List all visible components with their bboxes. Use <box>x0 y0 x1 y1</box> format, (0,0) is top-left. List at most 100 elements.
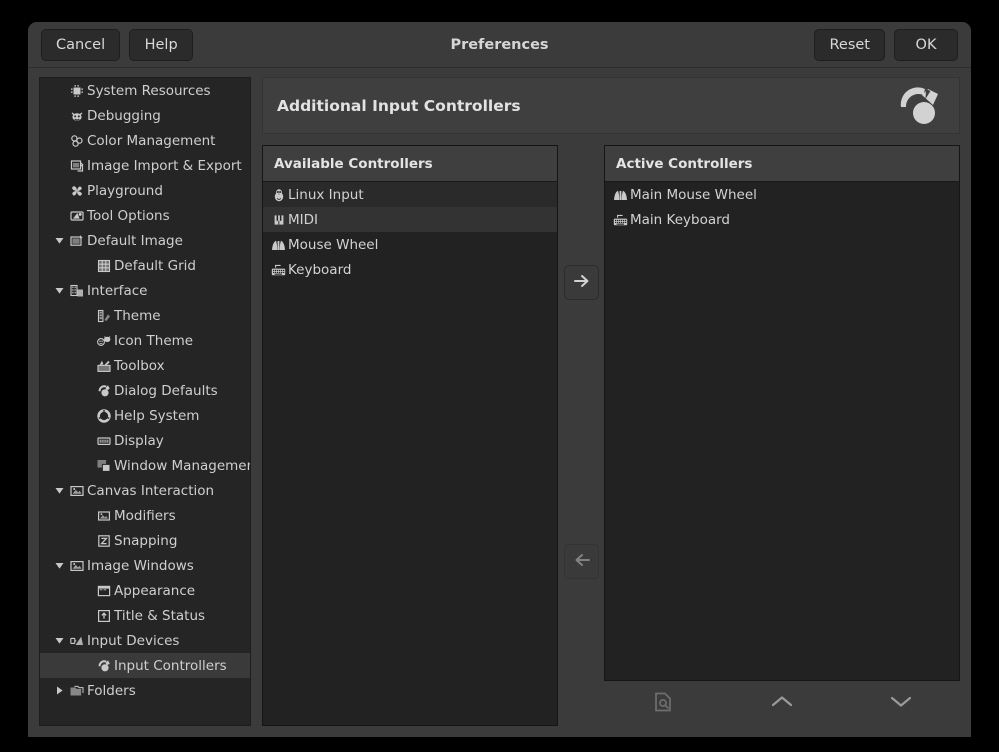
import-export-icon <box>67 159 86 173</box>
active-controllers-rows[interactable]: Main Mouse Wheel Main Keyboard <box>605 182 959 680</box>
arrow-left-icon <box>573 552 591 572</box>
sidebar-item-default-grid[interactable]: Default Grid <box>40 253 250 278</box>
sidebar-item-snapping[interactable]: Snapping <box>40 528 250 553</box>
sidebar-item-default-image[interactable]: Default Image <box>40 228 250 253</box>
titlebar-right-buttons: Reset OK <box>814 29 958 61</box>
sidebar-item-color-management[interactable]: Color Management <box>40 128 250 153</box>
sidebar-item-tool-options[interactable]: Tool Options <box>40 203 250 228</box>
sidebar-item-canvas-interaction[interactable]: Canvas Interaction <box>40 478 250 503</box>
add-controller-button[interactable] <box>564 265 599 300</box>
sidebar-item-help-system[interactable]: Help System <box>40 403 250 428</box>
sidebar-item-title-status[interactable]: Title & Status <box>40 603 250 628</box>
available-controller-label: Linux Input <box>288 187 364 203</box>
input-devices-icon <box>67 634 86 648</box>
document-edit-icon <box>654 692 672 716</box>
sidebar-item-label: Default Grid <box>113 258 196 274</box>
cancel-button[interactable]: Cancel <box>41 29 120 61</box>
sidebar-item-label: Title & Status <box>113 608 205 624</box>
move-down-button[interactable] <box>841 686 960 722</box>
chevron-down-icon[interactable] <box>52 236 67 245</box>
titlebar-left-buttons: Cancel Help <box>41 29 193 61</box>
configure-button[interactable] <box>604 686 723 722</box>
active-controllers-column: Active Controllers Main Mouse WheelMain … <box>604 145 960 726</box>
sidebar-item-label: Canvas Interaction <box>86 483 214 499</box>
sidebar-item-label: Folders <box>86 683 136 699</box>
sidebar-item-label: Toolbox <box>113 358 165 374</box>
active-controllers-footer <box>604 681 960 726</box>
sidebar-item-toolbox[interactable]: Toolbox <box>40 353 250 378</box>
help-system-icon <box>94 409 113 423</box>
list-item[interactable]: Linux Input <box>263 182 557 207</box>
modifiers-icon <box>94 509 113 523</box>
list-item[interactable]: Main Mouse Wheel <box>605 182 959 207</box>
preferences-sidebar-tree[interactable]: System Resources Debugging Color Managemen… <box>39 77 251 726</box>
icon-theme-icon <box>94 334 113 348</box>
playground-icon <box>67 184 86 198</box>
sidebar-item-modifiers[interactable]: Modifiers <box>40 503 250 528</box>
chevron-down-icon[interactable] <box>52 286 67 295</box>
sidebar-item-label: Snapping <box>113 533 177 549</box>
sidebar-item-label: Help System <box>113 408 199 424</box>
window-management-icon <box>94 459 113 473</box>
list-item[interactable]: MIDI <box>263 207 557 232</box>
display-icon <box>94 434 113 448</box>
panel-header: Additional Input Controllers <box>262 77 960 134</box>
available-controller-label: Mouse Wheel <box>288 237 378 253</box>
sidebar-item-input-devices[interactable]: Input Devices <box>40 628 250 653</box>
chevron-down-icon[interactable] <box>52 486 67 495</box>
list-item[interactable]: Mouse Wheel <box>263 232 557 257</box>
sidebar-item-label: Debugging <box>86 108 161 124</box>
available-controllers-rows[interactable]: Linux Input MIDI Mouse Wheel Keyboard <box>263 182 557 725</box>
sidebar-item-label: Tool Options <box>86 208 170 224</box>
sidebar-item-display[interactable]: Display <box>40 428 250 453</box>
window-titlebar: Cancel Help Preferences Reset OK <box>28 22 971 68</box>
help-button[interactable]: Help <box>129 29 193 61</box>
sidebar-item-label: System Resources <box>86 83 211 99</box>
sidebar-item-icon-theme[interactable]: Icon Theme <box>40 328 250 353</box>
sidebar-item-label: Dialog Defaults <box>113 383 218 399</box>
sidebar-item-theme[interactable]: Theme <box>40 303 250 328</box>
sidebar-item-playground[interactable]: Playground <box>40 178 250 203</box>
sidebar-item-window-management[interactable]: Window Management <box>40 453 250 478</box>
mouse-wheel-icon <box>269 238 288 252</box>
folders-icon <box>67 684 86 698</box>
available-controllers-listbox[interactable]: Available Controllers Linux InputMIDIMou… <box>262 145 558 726</box>
active-controllers-listbox[interactable]: Active Controllers Main Mouse WheelMain … <box>604 145 960 681</box>
title-status-icon <box>94 609 113 623</box>
sidebar-item-image-import-export[interactable]: Image Import & Export <box>40 153 250 178</box>
sidebar-item-label: Interface <box>86 283 147 299</box>
sidebar-item-label: Playground <box>86 183 163 199</box>
sidebar-item-label: Theme <box>113 308 161 324</box>
sidebar-item-label: Color Management <box>86 133 215 149</box>
interface-icon <box>67 284 86 298</box>
chevron-down-icon[interactable] <box>52 636 67 645</box>
sidebar-item-interface[interactable]: Interface <box>40 278 250 303</box>
sidebar-item-dialog-defaults[interactable]: Dialog Defaults <box>40 378 250 403</box>
sidebar-item-label: Display <box>113 433 164 449</box>
ok-button[interactable]: OK <box>894 29 958 61</box>
midi-keys-icon <box>269 213 288 227</box>
snapping-icon <box>94 534 113 548</box>
sidebar-item-system-resources[interactable]: System Resources <box>40 78 250 103</box>
sidebar-item-input-controllers[interactable]: Input Controllers <box>40 653 250 678</box>
list-item[interactable]: Main Keyboard <box>605 207 959 232</box>
chevron-right-icon[interactable] <box>52 686 67 695</box>
available-controllers-column: Available Controllers Linux InputMIDIMou… <box>262 145 558 726</box>
chevron-down-icon <box>889 694 913 713</box>
input-controllers-icon <box>94 659 113 673</box>
chevron-up-icon <box>770 694 794 713</box>
move-up-button[interactable] <box>723 686 842 722</box>
sidebar-item-image-windows[interactable]: Image Windows <box>40 553 250 578</box>
remove-controller-button[interactable] <box>564 544 599 579</box>
active-controller-label: Main Mouse Wheel <box>630 187 757 203</box>
list-item[interactable]: Keyboard <box>263 257 557 282</box>
sidebar-item-appearance[interactable]: Appearance <box>40 578 250 603</box>
sidebar-item-debugging[interactable]: Debugging <box>40 103 250 128</box>
linux-penguin-icon <box>269 188 288 202</box>
color-management-icon <box>67 134 86 148</box>
sidebar-item-folders[interactable]: Folders <box>40 678 250 703</box>
image-windows-icon <box>67 559 86 573</box>
transfer-buttons-column <box>558 145 604 726</box>
reset-button[interactable]: Reset <box>814 29 885 61</box>
chevron-down-icon[interactable] <box>52 561 67 570</box>
